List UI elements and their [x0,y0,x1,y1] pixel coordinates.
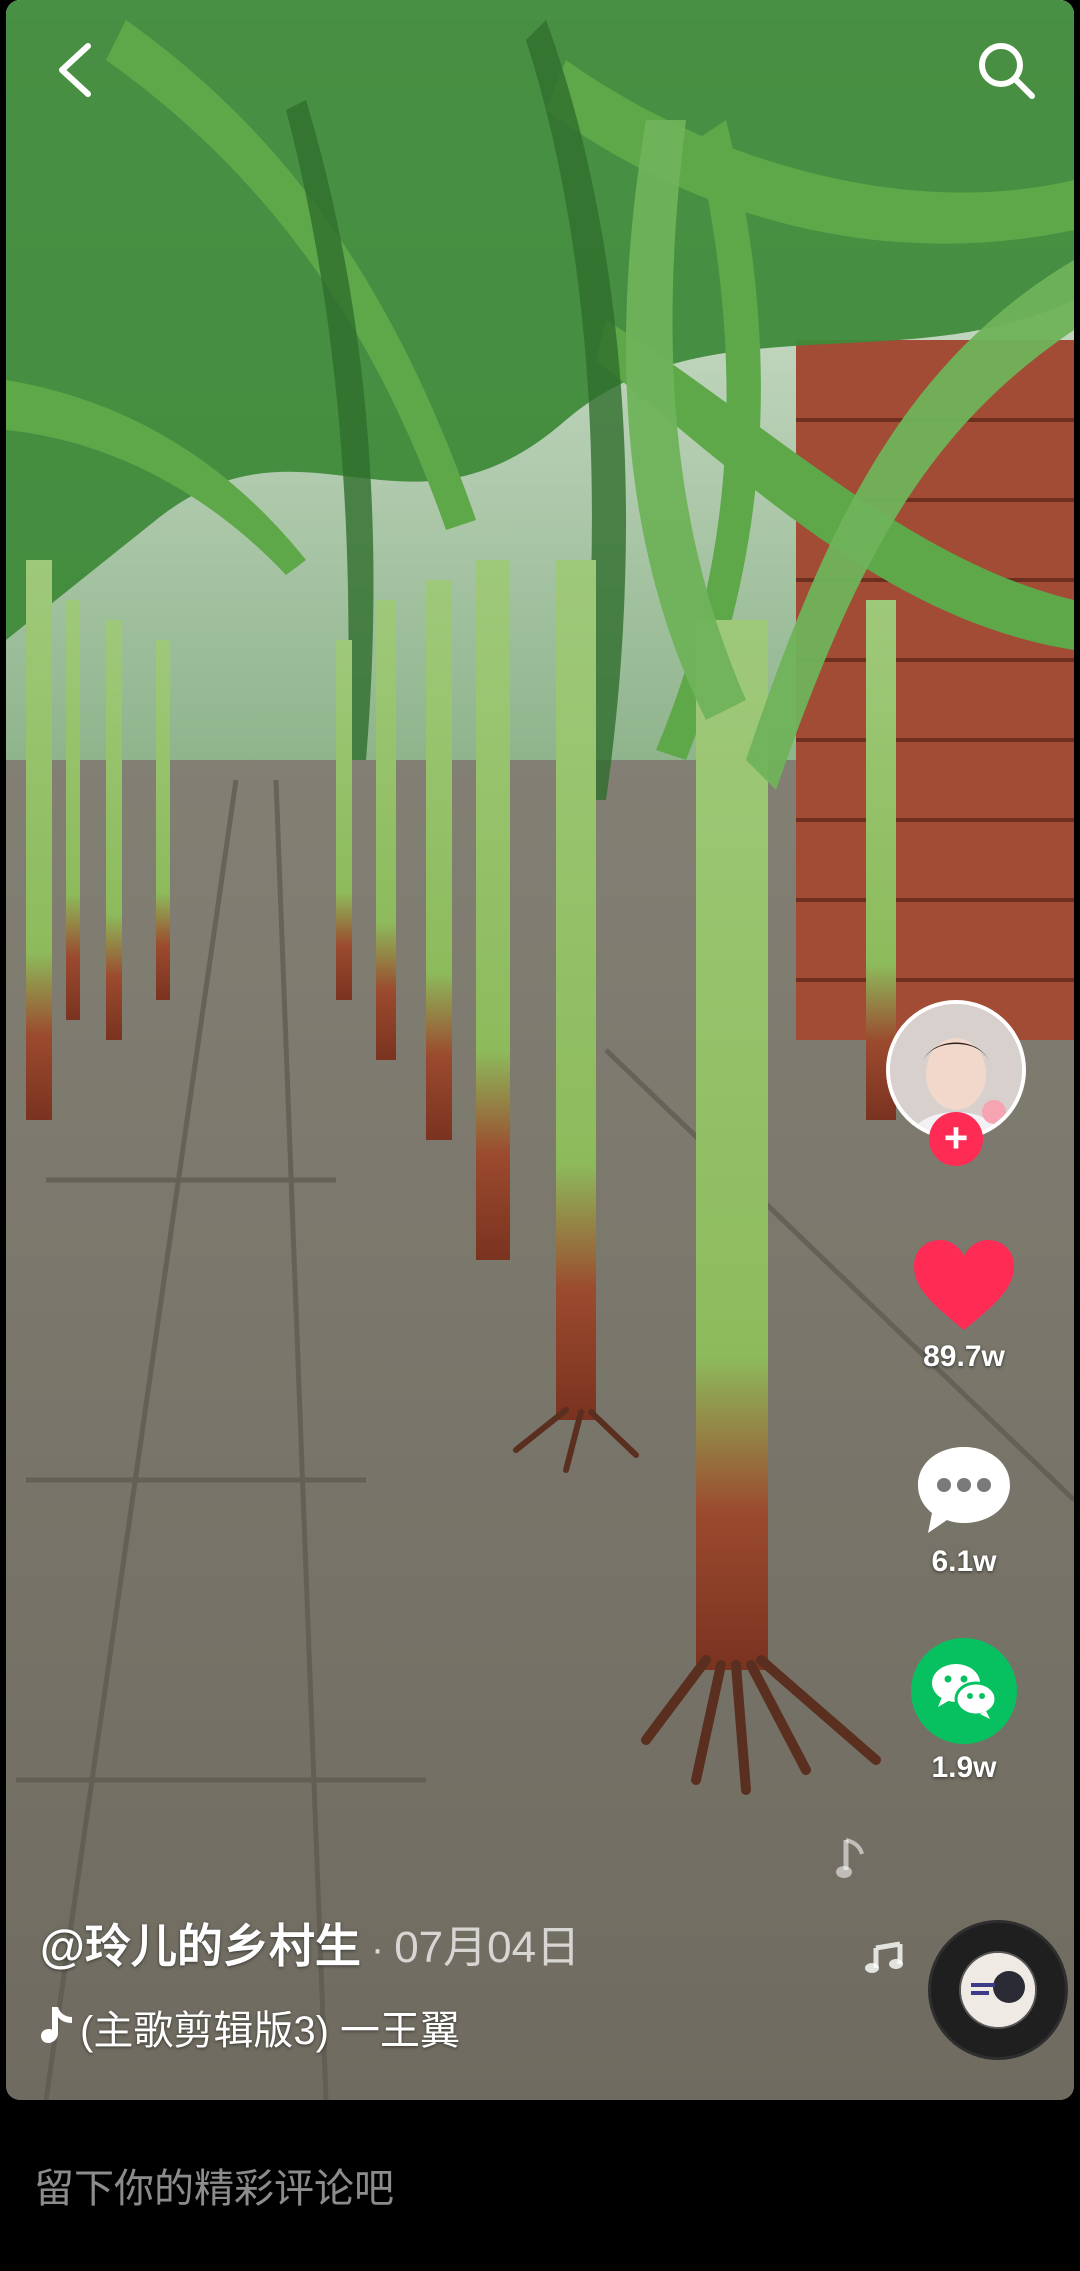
video-player-screen: + 89.7w 6.1w 1.9w @玲儿的乡村生 · 07月04日 (主歌剪辑… [0,0,1080,2271]
music-cover [959,1951,1037,2029]
music-title: (主歌剪辑版3) 一王翼 [80,2009,460,2053]
video-caption: @玲儿的乡村生 · 07月04日 (主歌剪辑版3) 一王翼 [40,1910,860,2056]
music-note-float-icon [836,1838,864,1878]
comment-bar[interactable]: 留下你的精彩评论吧 [0,2100,1080,2271]
post-date: 07月04日 [394,1923,581,1972]
share-wechat-button[interactable]: 1.9w [874,1637,1054,1785]
chevron-left-icon [59,43,91,97]
separator-dot: · [370,1927,385,1971]
share-count: 1.9w [931,1751,997,1784]
like-count: 89.7w [923,1340,1005,1373]
tiktok-note-icon [41,2006,72,2043]
creator-handle[interactable]: @玲儿的乡村生 [40,1910,361,1976]
creator-avatar-group: + [886,1000,1026,1166]
wechat-icon [911,1638,1017,1744]
music-disc-button[interactable] [928,1920,1068,2060]
action-rail: + 89.7w 6.1w 1.9w [874,0,1074,2100]
comment-count: 6.1w [931,1545,997,1578]
back-button[interactable] [36,30,116,110]
follow-button[interactable]: + [929,1112,983,1166]
music-notes-float-icon [865,1941,903,1973]
comment-input[interactable]: 留下你的精彩评论吧 [34,2156,394,2214]
comment-button[interactable]: 6.1w [874,1443,1054,1579]
author-line: @玲儿的乡村生 · 07月04日 [40,1910,860,1976]
music-cover-image [961,1953,1035,2027]
like-button[interactable]: 89.7w [874,1238,1054,1374]
heart-icon [914,1240,1014,1330]
comment-bubble-icon [918,1447,1010,1533]
video-frame[interactable]: + 89.7w 6.1w 1.9w @玲儿的乡村生 · 07月04日 (主歌剪辑… [6,0,1074,2100]
music-info[interactable]: (主歌剪辑版3) 一王翼 [40,1998,560,2056]
